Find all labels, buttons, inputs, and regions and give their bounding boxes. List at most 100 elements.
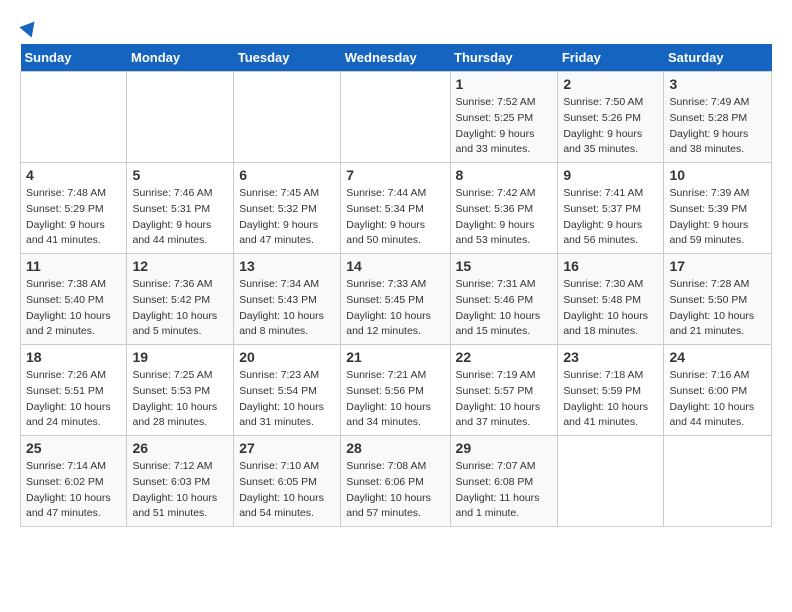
day-number: 10 — [669, 167, 766, 183]
calendar-cell: 21 Sunrise: 7:21 AM Sunset: 5:56 PM Dayli… — [341, 345, 450, 436]
day-info: Sunrise: 7:21 AM Sunset: 5:56 PM Dayligh… — [346, 368, 444, 431]
day-info: Sunrise: 7:34 AM Sunset: 5:43 PM Dayligh… — [239, 277, 335, 340]
day-info: Sunrise: 7:50 AM Sunset: 5:26 PM Dayligh… — [563, 95, 658, 158]
day-info: Sunrise: 7:42 AM Sunset: 5:36 PM Dayligh… — [456, 186, 553, 249]
calendar-cell — [234, 72, 341, 163]
calendar-cell: 23 Sunrise: 7:18 AM Sunset: 5:59 PM Dayli… — [558, 345, 664, 436]
day-info: Sunrise: 7:31 AM Sunset: 5:46 PM Dayligh… — [456, 277, 553, 340]
day-number: 14 — [346, 258, 444, 274]
day-number: 7 — [346, 167, 444, 183]
day-info: Sunrise: 7:28 AM Sunset: 5:50 PM Dayligh… — [669, 277, 766, 340]
day-info: Sunrise: 7:18 AM Sunset: 5:59 PM Dayligh… — [563, 368, 658, 431]
calendar-cell: 24Sunrise: 7:16 AM Sunset: 6:00 PM Dayli… — [664, 345, 772, 436]
calendar-cell: 15Sunrise: 7:31 AM Sunset: 5:46 PM Dayli… — [450, 254, 558, 345]
day-number: 6 — [239, 167, 335, 183]
day-number: 8 — [456, 167, 553, 183]
calendar-cell: 19 Sunrise: 7:25 AM Sunset: 5:53 PM Dayli… — [127, 345, 234, 436]
calendar-cell — [341, 72, 450, 163]
calendar-cell: 13 Sunrise: 7:34 AM Sunset: 5:43 PM Dayli… — [234, 254, 341, 345]
day-number: 20 — [239, 349, 335, 365]
day-info: Sunrise: 7:30 AM Sunset: 5:48 PM Dayligh… — [563, 277, 658, 340]
day-info: Sunrise: 7:49 AM Sunset: 5:28 PM Dayligh… — [669, 95, 766, 158]
day-number: 29 — [456, 440, 553, 456]
day-number: 16 — [563, 258, 658, 274]
calendar-cell: 11 Sunrise: 7:38 AM Sunset: 5:40 PM Dayli… — [21, 254, 127, 345]
day-info: Sunrise: 7:08 AM Sunset: 6:06 PM Dayligh… — [346, 459, 444, 522]
day-number: 26 — [132, 440, 228, 456]
day-number: 18 — [26, 349, 121, 365]
day-info: Sunrise: 7:46 AM Sunset: 5:31 PM Dayligh… — [132, 186, 228, 249]
calendar-cell: 2 Sunrise: 7:50 AM Sunset: 5:26 PM Daylig… — [558, 72, 664, 163]
day-number: 3 — [669, 76, 766, 92]
day-number: 27 — [239, 440, 335, 456]
day-info: Sunrise: 7:19 AM Sunset: 5:57 PM Dayligh… — [456, 368, 553, 431]
calendar-cell: 10 Sunrise: 7:39 AM Sunset: 5:39 PM Dayli… — [664, 163, 772, 254]
calendar-cell: 12 Sunrise: 7:36 AM Sunset: 5:42 PM Dayli… — [127, 254, 234, 345]
calendar-cell: 6 Sunrise: 7:45 AM Sunset: 5:32 PM Daylig… — [234, 163, 341, 254]
day-number: 12 — [132, 258, 228, 274]
day-info: Sunrise: 7:26 AM Sunset: 5:51 PM Dayligh… — [26, 368, 121, 431]
day-number: 2 — [563, 76, 658, 92]
calendar-cell: 28 Sunrise: 7:08 AM Sunset: 6:06 PM Dayli… — [341, 436, 450, 527]
weekday-header-monday: Monday — [127, 44, 234, 72]
calendar-cell: 27 Sunrise: 7:10 AM Sunset: 6:05 PM Dayli… — [234, 436, 341, 527]
day-info: Sunrise: 7:39 AM Sunset: 5:39 PM Dayligh… — [669, 186, 766, 249]
weekday-header-thursday: Thursday — [450, 44, 558, 72]
day-info: Sunrise: 7:36 AM Sunset: 5:42 PM Dayligh… — [132, 277, 228, 340]
day-number: 28 — [346, 440, 444, 456]
calendar-cell: 5 Sunrise: 7:46 AM Sunset: 5:31 PM Daylig… — [127, 163, 234, 254]
weekday-header-friday: Friday — [558, 44, 664, 72]
day-info: Sunrise: 7:23 AM Sunset: 5:54 PM Dayligh… — [239, 368, 335, 431]
calendar-cell: 7 Sunrise: 7:44 AM Sunset: 5:34 PM Daylig… — [341, 163, 450, 254]
day-info: Sunrise: 7:25 AM Sunset: 5:53 PM Dayligh… — [132, 368, 228, 431]
calendar-cell: 18 Sunrise: 7:26 AM Sunset: 5:51 PM Dayli… — [21, 345, 127, 436]
calendar-table: SundayMondayTuesdayWednesdayThursdayFrid… — [20, 44, 772, 527]
day-info: Sunrise: 7:07 AM Sunset: 6:08 PM Dayligh… — [456, 459, 553, 522]
day-number: 25 — [26, 440, 121, 456]
calendar-cell: 14 Sunrise: 7:33 AM Sunset: 5:45 PM Dayli… — [341, 254, 450, 345]
calendar-cell: 1Sunrise: 7:52 AM Sunset: 5:25 PM Daylig… — [450, 72, 558, 163]
day-number: 5 — [132, 167, 228, 183]
day-number: 13 — [239, 258, 335, 274]
logo — [20, 20, 38, 34]
weekday-header-saturday: Saturday — [664, 44, 772, 72]
day-info: Sunrise: 7:33 AM Sunset: 5:45 PM Dayligh… — [346, 277, 444, 340]
weekday-header-tuesday: Tuesday — [234, 44, 341, 72]
header — [20, 20, 772, 34]
calendar-cell — [21, 72, 127, 163]
calendar-cell: 25 Sunrise: 7:14 AM Sunset: 6:02 PM Dayli… — [21, 436, 127, 527]
day-info: Sunrise: 7:10 AM Sunset: 6:05 PM Dayligh… — [239, 459, 335, 522]
day-number: 11 — [26, 258, 121, 274]
weekday-header-sunday: Sunday — [21, 44, 127, 72]
day-number: 9 — [563, 167, 658, 183]
calendar-cell — [558, 436, 664, 527]
day-info: Sunrise: 7:14 AM Sunset: 6:02 PM Dayligh… — [26, 459, 121, 522]
calendar-cell: 3 Sunrise: 7:49 AM Sunset: 5:28 PM Daylig… — [664, 72, 772, 163]
calendar-cell: 22 Sunrise: 7:19 AM Sunset: 5:57 PM Dayli… — [450, 345, 558, 436]
day-info: Sunrise: 7:16 AM Sunset: 6:00 PM Dayligh… — [669, 368, 766, 431]
calendar-cell — [664, 436, 772, 527]
day-info: Sunrise: 7:45 AM Sunset: 5:32 PM Dayligh… — [239, 186, 335, 249]
day-number: 22 — [456, 349, 553, 365]
calendar-cell: 17 Sunrise: 7:28 AM Sunset: 5:50 PM Dayli… — [664, 254, 772, 345]
day-number: 21 — [346, 349, 444, 365]
calendar-cell: 16 Sunrise: 7:30 AM Sunset: 5:48 PM Dayli… — [558, 254, 664, 345]
calendar-cell: 26 Sunrise: 7:12 AM Sunset: 6:03 PM Dayli… — [127, 436, 234, 527]
day-info: Sunrise: 7:41 AM Sunset: 5:37 PM Dayligh… — [563, 186, 658, 249]
calendar-cell: 20 Sunrise: 7:23 AM Sunset: 5:54 PM Dayli… — [234, 345, 341, 436]
logo-triangle-icon — [19, 16, 40, 37]
calendar-cell: 29 Sunrise: 7:07 AM Sunset: 6:08 PM Dayli… — [450, 436, 558, 527]
day-info: Sunrise: 7:44 AM Sunset: 5:34 PM Dayligh… — [346, 186, 444, 249]
day-info: Sunrise: 7:38 AM Sunset: 5:40 PM Dayligh… — [26, 277, 121, 340]
calendar-cell: 4 Sunrise: 7:48 AM Sunset: 5:29 PM Daylig… — [21, 163, 127, 254]
weekday-header-wednesday: Wednesday — [341, 44, 450, 72]
day-number: 17 — [669, 258, 766, 274]
calendar-cell — [127, 72, 234, 163]
day-number: 19 — [132, 349, 228, 365]
day-number: 1 — [456, 76, 553, 92]
day-info: Sunrise: 7:12 AM Sunset: 6:03 PM Dayligh… — [132, 459, 228, 522]
day-info: Sunrise: 7:48 AM Sunset: 5:29 PM Dayligh… — [26, 186, 121, 249]
day-number: 23 — [563, 349, 658, 365]
day-number: 4 — [26, 167, 121, 183]
calendar-cell: 9 Sunrise: 7:41 AM Sunset: 5:37 PM Daylig… — [558, 163, 664, 254]
